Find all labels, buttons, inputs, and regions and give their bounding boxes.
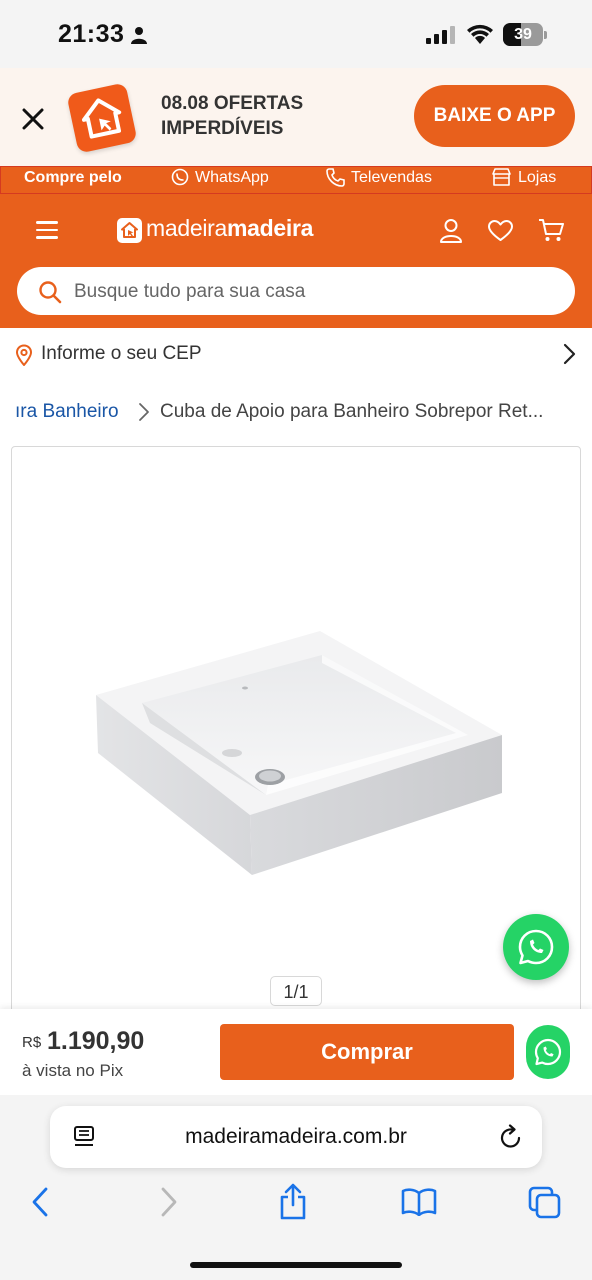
bookmarks-icon[interactable]: [401, 1188, 437, 1216]
breadcrumb-separator-icon: [139, 403, 149, 421]
promo-title: 08.08 OFERTAS IMPERDÍVEIS: [161, 93, 304, 139]
back-icon[interactable]: [30, 1186, 50, 1218]
forward-icon[interactable]: [159, 1186, 179, 1218]
price-currency: R$: [22, 1034, 42, 1051]
signal-icon: [426, 26, 455, 44]
download-app-button[interactable]: BAIXE O APP: [414, 85, 575, 147]
price-value: 1.190,90: [47, 1027, 145, 1055]
contact-lojas-link[interactable]: Lojas: [518, 168, 556, 188]
whatsapp-icon: [171, 168, 189, 186]
tabs-icon[interactable]: [528, 1186, 562, 1220]
search-icon: [39, 281, 62, 304]
brand-name-light: madeira: [146, 215, 227, 241]
menu-icon[interactable]: [36, 221, 58, 239]
status-time: 21:33: [58, 20, 125, 48]
gallery-counter: 1/1: [270, 976, 322, 1006]
contact-whatsapp-link[interactable]: WhatsApp: [195, 168, 269, 188]
whatsapp-icon: [518, 929, 554, 965]
brand-name-bold: madeira: [227, 215, 314, 241]
home-indicator: [190, 1262, 402, 1268]
location-pin-icon: [15, 344, 33, 366]
cep-prompt[interactable]: Informe o seu CEP: [41, 343, 202, 365]
whatsapp-buy-button[interactable]: [526, 1025, 570, 1079]
buy-button[interactable]: Comprar: [220, 1024, 514, 1080]
battery-tip: [544, 31, 547, 39]
search-placeholder: Busque tudo para sua casa: [74, 281, 306, 302]
person-icon: [131, 27, 147, 44]
heart-icon[interactable]: [488, 220, 513, 242]
app-logo-icon: [66, 82, 138, 154]
brand-logo[interactable]: madeiramadeira: [146, 215, 313, 242]
reload-icon[interactable]: [499, 1124, 523, 1150]
battery-indicator: 39: [503, 23, 543, 46]
product-image[interactable]: [90, 625, 510, 880]
whatsapp-floating-button[interactable]: [503, 914, 569, 980]
close-icon[interactable]: [18, 104, 48, 134]
phone-icon: [326, 168, 345, 187]
cart-icon[interactable]: [538, 218, 564, 243]
contact-televendas-link[interactable]: Televendas: [351, 168, 432, 188]
store-icon: [492, 168, 511, 186]
contact-strip-label: Compre pelo: [24, 169, 122, 186]
battery-level: 39: [514, 26, 532, 43]
brand-logo-icon: [117, 218, 142, 243]
reader-icon[interactable]: [73, 1125, 95, 1149]
url-text: madeiramadeira.com.br: [185, 1125, 407, 1148]
share-icon[interactable]: [279, 1183, 307, 1221]
breadcrumb-current: Cuba de Apoio para Banheiro Sobrepor Ret…: [160, 401, 544, 422]
wifi-icon: [467, 24, 493, 44]
user-icon[interactable]: [439, 218, 463, 243]
price-payment-note: à vista no Pix: [22, 1061, 124, 1080]
whatsapp-icon: [534, 1038, 562, 1066]
chevron-right-icon[interactable]: [562, 343, 576, 365]
breadcrumb-parent-link[interactable]: ıra Banheiro: [15, 401, 119, 423]
